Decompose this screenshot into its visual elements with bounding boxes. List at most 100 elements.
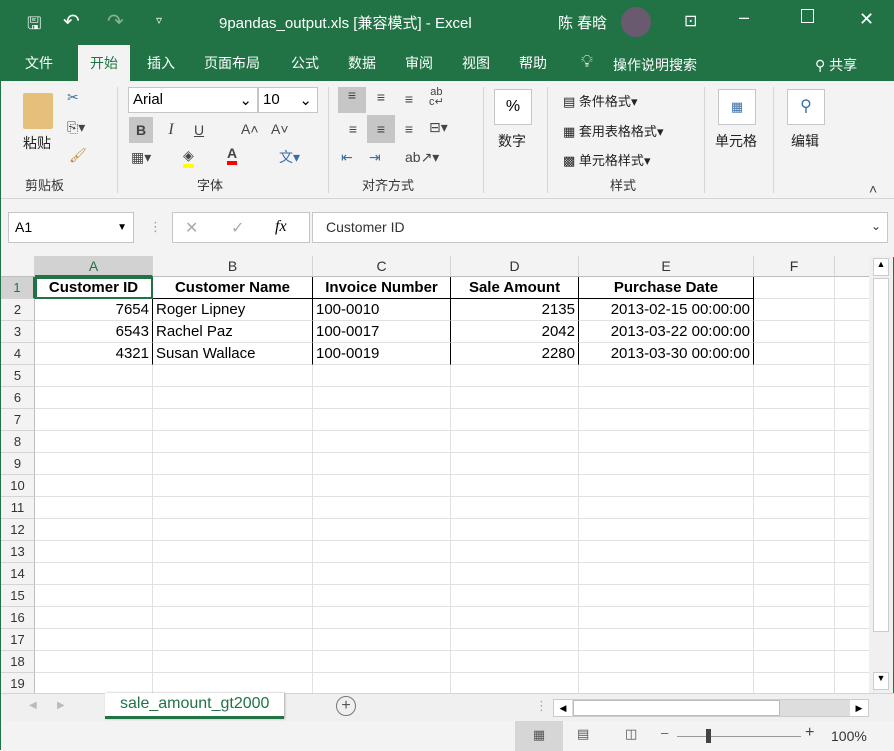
- empty-cell[interactable]: [35, 519, 153, 541]
- table-cell[interactable]: 6543: [35, 321, 153, 343]
- row-header-16[interactable]: 16: [1, 607, 35, 629]
- empty-cell[interactable]: [754, 343, 835, 365]
- empty-cell[interactable]: [153, 453, 313, 475]
- empty-cell[interactable]: [35, 497, 153, 519]
- empty-cell[interactable]: [153, 629, 313, 651]
- tab-view[interactable]: 视图: [450, 45, 502, 81]
- phonetic-icon[interactable]: 文▾: [279, 147, 300, 167]
- empty-cell[interactable]: [313, 651, 451, 673]
- table-cell[interactable]: 2042: [451, 321, 579, 343]
- zoom-in-button[interactable]: +: [805, 724, 814, 742]
- table-cell[interactable]: 100-0010: [313, 299, 451, 321]
- wrap-text-icon[interactable]: ab c↵: [429, 87, 444, 108]
- empty-cell[interactable]: [754, 673, 835, 693]
- empty-cell[interactable]: [835, 519, 869, 541]
- empty-cell[interactable]: [153, 673, 313, 693]
- prev-sheet-icon[interactable]: ◀: [29, 700, 37, 711]
- empty-cell[interactable]: [835, 409, 869, 431]
- empty-cell[interactable]: [835, 431, 869, 453]
- empty-cell[interactable]: [451, 651, 579, 673]
- empty-cell[interactable]: [35, 673, 153, 693]
- empty-cell[interactable]: [579, 431, 754, 453]
- row-header-18[interactable]: 18: [1, 651, 35, 673]
- empty-cell[interactable]: [451, 673, 579, 693]
- empty-cell[interactable]: [579, 563, 754, 585]
- empty-cell[interactable]: [835, 475, 869, 497]
- empty-cell[interactable]: [754, 519, 835, 541]
- align-middle-icon[interactable]: ≡: [369, 89, 393, 105]
- empty-cell[interactable]: [754, 497, 835, 519]
- align-right-icon[interactable]: ≡: [397, 121, 421, 137]
- empty-cell[interactable]: [579, 453, 754, 475]
- row-header-19[interactable]: 19: [1, 673, 35, 693]
- editing-button[interactable]: 编辑: [791, 131, 819, 151]
- empty-cell[interactable]: [451, 497, 579, 519]
- column-header-B[interactable]: B: [153, 256, 313, 277]
- table-cell[interactable]: 7654: [35, 299, 153, 321]
- row-header-9[interactable]: 9: [1, 453, 35, 475]
- empty-cell[interactable]: [835, 343, 869, 365]
- empty-cell[interactable]: [451, 541, 579, 563]
- empty-cell[interactable]: [579, 673, 754, 693]
- row-header-13[interactable]: 13: [1, 541, 35, 563]
- tab-insert[interactable]: 插入: [135, 45, 187, 81]
- table-cell[interactable]: Roger Lipney: [153, 299, 313, 321]
- empty-cell[interactable]: [754, 277, 835, 299]
- empty-cell[interactable]: [451, 453, 579, 475]
- zoom-level[interactable]: 100%: [831, 728, 867, 744]
- empty-cell[interactable]: [754, 541, 835, 563]
- format-painter-icon[interactable]: 🖌︎: [69, 147, 87, 164]
- header-cell[interactable]: Purchase Date: [579, 277, 754, 299]
- empty-cell[interactable]: [35, 629, 153, 651]
- normal-view-icon[interactable]: ▦: [515, 721, 563, 751]
- empty-cell[interactable]: [35, 387, 153, 409]
- empty-cell[interactable]: [451, 585, 579, 607]
- empty-cell[interactable]: [754, 409, 835, 431]
- empty-cell[interactable]: [579, 541, 754, 563]
- empty-cell[interactable]: [35, 607, 153, 629]
- row-header-1[interactable]: 1: [1, 277, 35, 299]
- row-header-12[interactable]: 12: [1, 519, 35, 541]
- font-size-select[interactable]: 10 ⌄: [258, 87, 318, 113]
- page-break-view-icon[interactable]: ◫: [625, 726, 637, 742]
- empty-cell[interactable]: [754, 299, 835, 321]
- align-center-icon[interactable]: ≡: [367, 115, 395, 143]
- empty-cell[interactable]: [579, 365, 754, 387]
- redo-icon[interactable]: ↷: [107, 9, 124, 34]
- empty-cell[interactable]: [313, 453, 451, 475]
- tab-home[interactable]: 开始: [78, 45, 130, 81]
- header-cell[interactable]: Customer ID: [35, 277, 153, 299]
- empty-cell[interactable]: [754, 629, 835, 651]
- empty-cell[interactable]: [754, 607, 835, 629]
- empty-cell[interactable]: [35, 365, 153, 387]
- empty-cell[interactable]: [754, 365, 835, 387]
- table-cell[interactable]: 2135: [451, 299, 579, 321]
- cells-button[interactable]: 单元格: [715, 131, 757, 151]
- align-bottom-icon[interactable]: ≡: [397, 91, 421, 107]
- insert-function-button[interactable]: fx: [275, 218, 287, 236]
- table-cell[interactable]: 2013-03-30 00:00:00: [579, 343, 754, 365]
- empty-cell[interactable]: [451, 387, 579, 409]
- empty-cell[interactable]: [835, 629, 869, 651]
- select-all-button[interactable]: [1, 256, 35, 277]
- table-cell[interactable]: 2013-02-15 00:00:00: [579, 299, 754, 321]
- column-header-F[interactable]: F: [754, 256, 835, 277]
- empty-cell[interactable]: [835, 563, 869, 585]
- add-sheet-button[interactable]: +: [336, 696, 356, 716]
- increase-font-icon[interactable]: A˄: [241, 121, 259, 137]
- empty-cell[interactable]: [579, 607, 754, 629]
- row-header-2[interactable]: 2: [1, 299, 35, 321]
- minimize-button[interactable]: –: [739, 7, 749, 28]
- tab-formulas[interactable]: 公式: [279, 45, 331, 81]
- empty-cell[interactable]: [451, 475, 579, 497]
- undo-icon[interactable]: ↶: [63, 9, 80, 34]
- table-cell[interactable]: 100-0019: [313, 343, 451, 365]
- scroll-up-button[interactable]: ▲: [873, 258, 889, 276]
- empty-cell[interactable]: [153, 651, 313, 673]
- empty-cell[interactable]: [754, 431, 835, 453]
- table-cell[interactable]: Rachel Paz: [153, 321, 313, 343]
- align-top-icon[interactable]: ≡: [338, 87, 366, 113]
- empty-cell[interactable]: [153, 431, 313, 453]
- empty-cell[interactable]: [835, 607, 869, 629]
- share-button[interactable]: ⚲ 共享: [815, 55, 857, 75]
